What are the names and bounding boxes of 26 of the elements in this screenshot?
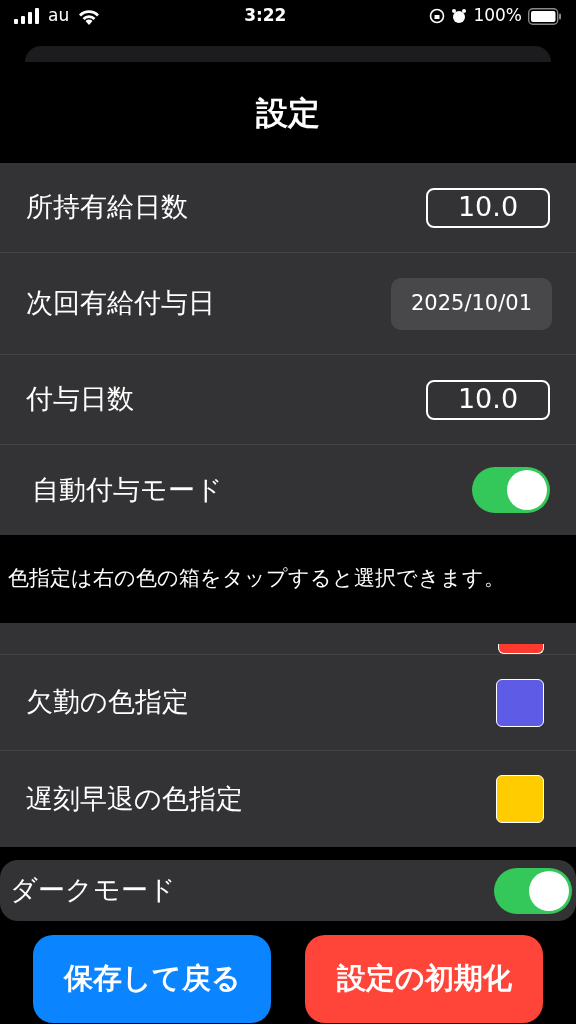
color-swatch[interactable] [496,678,544,727]
number-field[interactable]: 10.0 [426,379,550,420]
color-swatch[interactable] [498,644,544,654]
setting-label: 次回有給付与日 [26,286,215,321]
alarm-icon [451,8,468,24]
toggle-switch[interactable] [494,867,572,914]
battery-icon [528,7,562,25]
screen-title: 設定 [256,92,320,134]
toggle-switch[interactable] [472,467,550,513]
color-swatch[interactable] [496,775,544,823]
rotation-lock-icon [429,8,446,24]
setting-label: 欠勤の色指定 [26,685,189,720]
date-picker-button[interactable]: 2025/10/01 [390,277,552,330]
setting-label: 所持有給日数 [26,190,188,225]
setting-label: 付与日数 [26,382,134,417]
clock-time: 3:22 [244,4,287,28]
battery-percent: 100% [473,4,522,28]
setting-label: 遅刻早退の色指定 [26,781,243,816]
hint-text: 色指定は右の色の箱をタップすると選択できます。 [8,565,505,593]
save-button[interactable]: 保存して戻る [33,935,271,1023]
wifi-icon [77,7,102,25]
carrier-label: au [48,4,70,28]
signal-icon [14,8,40,24]
setting-label: 自動付与モード [31,472,223,507]
number-field[interactable]: 10.0 [426,187,550,228]
setting-label: ダークモード [10,873,176,908]
